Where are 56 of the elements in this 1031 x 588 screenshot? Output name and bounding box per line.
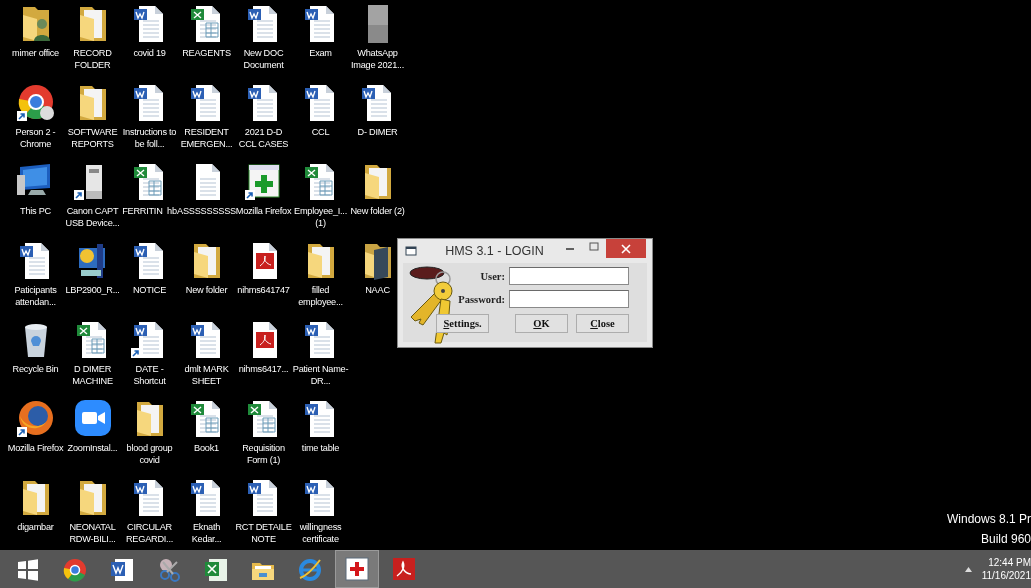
close-button[interactable]: Close [576, 314, 629, 333]
desktop-icon-label[interactable]: mimer office [12, 47, 59, 59]
desktop-icon-label[interactable]: CIRCULAR REGARDI... [121, 521, 178, 545]
desktop-icon-label[interactable]: Requisition Form (1) [235, 442, 292, 466]
desktop-icon-label[interactable]: Book1 [194, 442, 219, 454]
desktop-icon-label[interactable]: NOTICE [132, 284, 167, 296]
desktop-icon-label[interactable]: FERRITIN hb [122, 205, 177, 217]
desktop-icon-label[interactable]: 2021 D-D CCL CASES [235, 126, 292, 150]
desktop-icon-label[interactable]: NEONATAL RDW-BILI... [64, 521, 121, 545]
desktop-icon-label[interactable]: Patient Name- DR... [292, 363, 349, 387]
desktop-icon-label[interactable]: nihms6417... [238, 363, 289, 375]
desktop-icon-label[interactable]: filled employee... [292, 284, 349, 308]
windows-version-text: Build 960 [980, 531, 1031, 548]
desktop-icon-label[interactable]: DATE - Shortcut [121, 363, 178, 387]
desktop-icon-label[interactable]: covid 19 [133, 47, 166, 59]
desktop-icon-label[interactable]: RECORD FOLDER [64, 47, 121, 71]
desktop-icon-label[interactable]: willingness certificate [292, 521, 349, 545]
desktop-icon-label[interactable]: New DOC Document [235, 47, 292, 71]
desktop-icon-label[interactable]: This PC [20, 205, 51, 217]
desktop-icon-label[interactable]: Instructions to be foll... [121, 126, 178, 150]
desktop-icon-label[interactable]: Eknath Kedar... [178, 521, 235, 545]
window-title: HMS 3.1 - LOGIN [444, 244, 545, 258]
desktop-icon-label[interactable]: Recycle Bin [12, 363, 59, 375]
desktop-icon-label[interactable]: blood group covid [121, 442, 178, 466]
password-label: Password: [458, 293, 505, 305]
clock-time[interactable]: 12:44 PM [988, 556, 1031, 569]
desktop-icon-label[interactable]: Mozilla Firefox [7, 442, 64, 454]
user-label: User: [480, 270, 505, 282]
desktop-icon-label[interactable]: Exam [309, 47, 332, 59]
desktop-icon-label[interactable]: LBP2900_R... [65, 284, 120, 296]
ok-button[interactable]: OK [515, 314, 568, 333]
desktop-icon-label[interactable]: RESIDENT EMERGEN... [178, 126, 235, 150]
desktop-icon-label[interactable]: time table [301, 442, 340, 454]
desktop-icon-label[interactable]: D DIMER MACHINE [64, 363, 121, 387]
desktop-icon-label[interactable]: WhatsApp Image 2021... [349, 47, 406, 71]
desktop-icon-label[interactable]: New folder (2) [350, 205, 405, 217]
desktop-icon-label[interactable]: dmlt MARK SHEET [178, 363, 235, 387]
desktop-icon-label[interactable]: digambar [17, 521, 54, 533]
desktop-icon-label[interactable]: RCT DETAILE NOTE [235, 521, 292, 545]
clock-date[interactable]: 11/16/2021 [981, 569, 1031, 582]
desktop-icon-label[interactable]: Canon CAPT USB Device... [64, 205, 121, 229]
desktop-icon-label[interactable]: ASSSSSSSSS [177, 205, 236, 217]
desktop-icon-label[interactable]: Person 2 - Chrome [7, 126, 64, 150]
desktop-icon-label[interactable]: REAGENTS [182, 47, 231, 59]
desktop-icon-label[interactable]: D- DIMER [357, 126, 398, 138]
desktop-icon-label[interactable]: Employee_I... (1) [292, 205, 349, 229]
desktop-icon-label[interactable]: Mozilla Firefox [235, 205, 292, 217]
desktop-icon-label[interactable]: ZoomInstal... [67, 442, 118, 454]
desktop-icon-label[interactable]: nihms641747 [237, 284, 290, 296]
desktop-icon-label[interactable]: Paticipants attendan... [7, 284, 64, 308]
settings-button[interactable]: Settings. [436, 314, 489, 333]
desktop-icon-label[interactable]: NAAC [365, 284, 390, 296]
windows-version-text: Windows 8.1 Pr [946, 511, 1031, 528]
desktop-icon-label[interactable]: SOFTWARE REPORTS [64, 126, 121, 150]
desktop-icon-label[interactable]: CCL [311, 126, 330, 138]
desktop-icon-label[interactable]: New folder [185, 284, 228, 296]
